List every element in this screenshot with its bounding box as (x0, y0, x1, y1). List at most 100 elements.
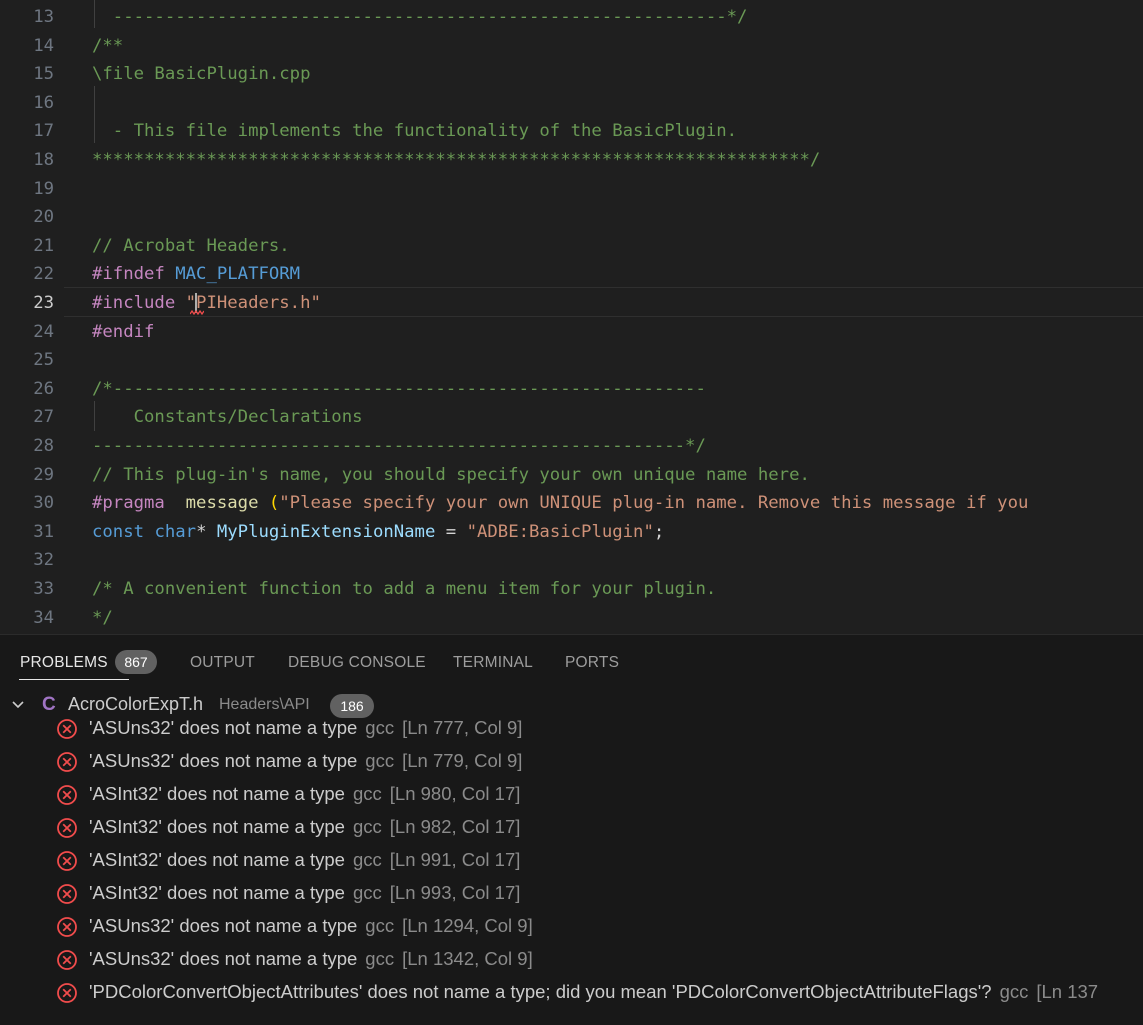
line-number: 14 (33, 35, 54, 56)
code-token: ( (268, 493, 280, 514)
line-code: // This plug-in's name, you should speci… (92, 461, 810, 490)
problem-source: gcc (365, 948, 395, 969)
code-token: ----------------------------------------… (92, 7, 748, 27)
code-line[interactable]: 33 /* A convenient function to add a menu… (0, 575, 1143, 604)
code-line[interactable]: 16 (0, 89, 1143, 118)
line-number: 31 (33, 521, 54, 542)
problem-message: 'ASUns32' does not name a type (89, 717, 358, 738)
problem-message: 'ASUns32' does not name a type (89, 750, 358, 771)
line-code: ----------------------------------------… (92, 432, 706, 461)
problem-item[interactable]: 'ASInt32' does not name a type gcc [Ln 980… (0, 779, 1143, 812)
code-token: Constants/Declarations (92, 407, 363, 428)
code-line[interactable]: 25 (0, 346, 1143, 375)
code-token: MyPluginExtensionName (216, 521, 436, 542)
code-token: - This file implements the functionality… (92, 121, 738, 142)
code-token: #ifndef (92, 264, 176, 285)
code-line[interactable]: 30 #pragma message ("Please specify your … (0, 489, 1143, 518)
problem-source: gcc (365, 750, 395, 771)
line-number: 16 (33, 92, 54, 113)
line-number: 29 (33, 464, 54, 485)
code-line[interactable]: 21 // Acrobat Headers. (0, 232, 1143, 261)
line-code: ----------------------------------------… (92, 3, 748, 32)
line-code: Constants/Declarations (92, 403, 363, 432)
problem-item[interactable]: 'PDColorConvertObjectAttributes' does no… (0, 977, 1143, 1010)
chevron-down-icon[interactable] (10, 697, 26, 713)
problem-item[interactable]: 'ASUns32' does not name a type gcc [Ln 134… (0, 944, 1143, 977)
tab-terminal[interactable]: TERMINAL (453, 654, 533, 672)
tab-debug-console[interactable]: DEBUG CONSOLE (288, 654, 426, 672)
line-code: \file BasicPlugin.cpp (92, 60, 311, 89)
code-token: /* A convenient function to add a menu i… (92, 579, 717, 599)
code-line[interactable]: 22 #ifndef MAC_PLATFORM (0, 260, 1143, 289)
code-line[interactable]: 13 -------------------------------------… (0, 3, 1143, 32)
tab-ports[interactable]: PORTS (565, 654, 619, 672)
problem-item[interactable]: 'ASUns32' does not name a type gcc [Ln 129… (0, 911, 1143, 944)
code-line[interactable]: 32 (0, 546, 1143, 575)
problem-location: [Ln 1294, Col 9] (402, 915, 533, 936)
code-editor[interactable]: 13 -------------------------------------… (0, 0, 1143, 634)
problem-message: 'ASInt32' does not name a type (89, 849, 345, 870)
line-number: 24 (33, 321, 54, 342)
error-icon (57, 719, 77, 739)
line-number: 33 (33, 579, 54, 599)
code-token: "ADBE:BasicPlugin" (466, 521, 654, 542)
problem-item[interactable]: 'ASInt32' does not name a type gcc [Ln 991… (0, 845, 1143, 878)
line-number: 30 (33, 493, 54, 514)
active-tab-indicator (19, 679, 129, 680)
problem-item[interactable]: 'ASUns32' does not name a type gcc [Ln 777… (0, 713, 1143, 746)
line-code: #include "PIHeaders.h" (92, 289, 321, 318)
line-code: /*--------------------------------------… (92, 375, 706, 404)
code-line[interactable]: 18 **************************************… (0, 146, 1143, 175)
code-line[interactable]: 19 (0, 175, 1143, 204)
code-line[interactable]: 26 /*------------------------------------… (0, 375, 1143, 404)
line-number: 32 (33, 550, 54, 571)
problem-item[interactable]: 'ASUns32' does not name a type gcc [Ln 779… (0, 746, 1143, 779)
line-number: 25 (33, 350, 54, 371)
problem-message: 'ASUns32' does not name a type (89, 915, 358, 936)
code-line[interactable]: 15 \file BasicPlugin.cpp (0, 60, 1143, 89)
code-line[interactable]: 29 // This plug-in's name, you should spe… (0, 461, 1143, 490)
panel-tabs: PROBLEMS 867 OUTPUT DEBUG CONSOLE TERMIN… (0, 635, 1143, 691)
line-number: 13 (33, 7, 54, 27)
problem-item[interactable]: 'ASInt32' does not name a type gcc [Ln 993… (0, 878, 1143, 911)
code-token: message (175, 493, 269, 514)
code-line[interactable]: 20 (0, 203, 1143, 232)
code-token: PIHeaders.h" (196, 293, 321, 313)
problem-location: [Ln 993, Col 17] (389, 882, 521, 903)
problem-location: [Ln 991, Col 17] (389, 849, 521, 870)
problem-location: [Ln 137 (1036, 981, 1099, 1002)
tab-output[interactable]: OUTPUT (190, 654, 255, 672)
code-line[interactable]: 27 Constants/Declarations (0, 403, 1143, 432)
code-line[interactable]: 14 /** (0, 32, 1143, 61)
problem-source: gcc (365, 915, 395, 936)
code-token: ; (653, 521, 665, 542)
error-icon (57, 950, 77, 970)
code-line[interactable]: 17 - This file implements the functional… (0, 117, 1143, 146)
problem-source: gcc (365, 717, 395, 738)
line-number: 19 (33, 178, 54, 199)
code-line[interactable]: 28 --------------------------------------… (0, 432, 1143, 461)
error-icon (57, 917, 77, 937)
line-number: 23 (33, 293, 54, 313)
line-number: 27 (33, 407, 54, 428)
code-token: = (435, 521, 467, 542)
code-line[interactable]: 31 const char* MyPluginExtensionName = "A… (0, 518, 1143, 547)
code-token: \file BasicPlugin.cpp (92, 64, 311, 85)
code-line[interactable]: 23 #include "PIHeaders.h" (0, 289, 1143, 318)
problem-item[interactable]: 'ASInt32' does not name a type gcc [Ln 982… (0, 812, 1143, 845)
line-number: 28 (33, 436, 54, 456)
code-token: #include (92, 293, 186, 313)
code-line[interactable]: 34 */ (0, 604, 1143, 633)
tab-problems[interactable]: PROBLEMS (20, 654, 108, 672)
code-token: // This plug-in's name, you should speci… (92, 464, 810, 485)
problem-location: [Ln 982, Col 17] (389, 816, 521, 837)
problem-location: [Ln 980, Col 17] (389, 783, 521, 804)
line-number: 15 (33, 64, 54, 85)
line-code: #pragma message ("Please specify your ow… (92, 489, 1028, 518)
file-name: AcroColorExpT.h (68, 694, 204, 714)
problem-message: 'ASUns32' does not name a type (89, 948, 358, 969)
code-line[interactable]: 24 #endif (0, 318, 1143, 347)
problem-source: gcc (352, 783, 382, 804)
code-token: const (92, 521, 155, 542)
line-code: - This file implements the functionality… (92, 117, 737, 146)
